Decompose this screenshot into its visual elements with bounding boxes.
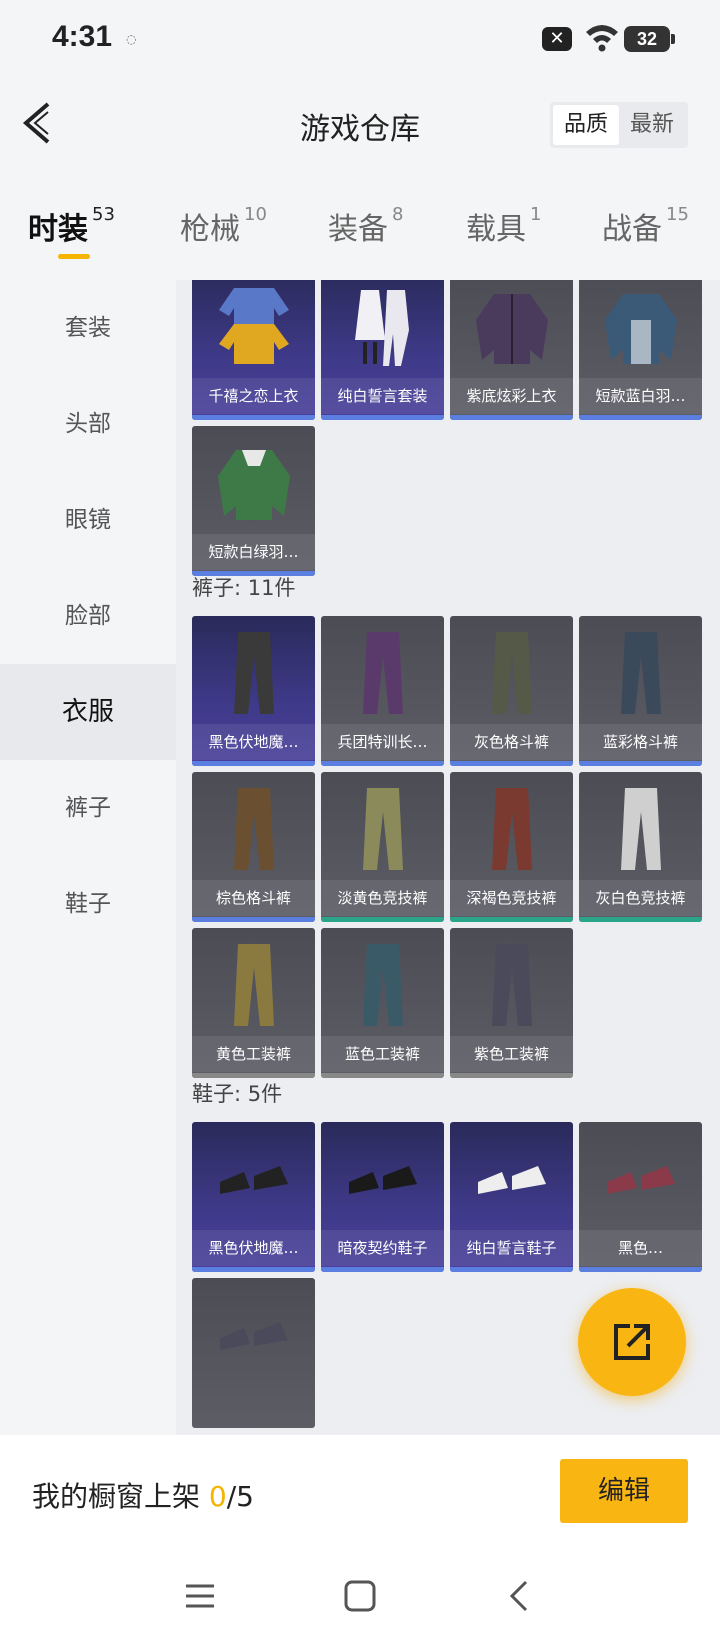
sidebar-item-shoes[interactable]: 鞋子 <box>0 856 176 952</box>
sidebar-item-face[interactable]: 脸部 <box>0 568 176 664</box>
pants-icon <box>621 632 661 714</box>
sort-quality-button[interactable]: 品质 <box>553 105 619 145</box>
battery-icon: 32 <box>624 26 675 52</box>
status-time: 4:31 <box>52 20 113 53</box>
wifi-icon <box>586 25 618 52</box>
item-card[interactable]: 蓝彩格斗裤 <box>579 616 702 766</box>
system-nav-bar <box>0 1550 720 1640</box>
sort-toggle: 品质 最新 <box>550 102 688 148</box>
shoes-icon <box>220 1166 288 1194</box>
pants-icon <box>492 944 532 1026</box>
item-card[interactable]: 暗夜契约鞋子 <box>321 1122 444 1272</box>
tab-vehicles[interactable]: 载具 1 <box>466 204 541 248</box>
back-nav-icon[interactable] <box>500 1576 540 1616</box>
item-card[interactable]: 纯白誓言套装 <box>321 280 444 420</box>
menu-icon[interactable] <box>180 1576 220 1616</box>
item-card[interactable]: 深褐色竞技裤 <box>450 772 573 922</box>
item-card[interactable] <box>192 1278 315 1428</box>
active-tab-indicator <box>58 254 90 259</box>
category-tabs: 时装 53 枪械 10 装备 8 载具 1 战备 15 <box>0 196 720 266</box>
item-card[interactable]: 千禧之恋上衣 <box>192 280 315 420</box>
pants-grid: 黑色伏地魔… 兵团特训长… 灰色格斗裤 蓝彩格斗裤棕色格斗裤 淡黄色竞技裤 深褐色竞技裤灰… <box>192 616 702 1078</box>
sidebar-item-head[interactable]: 头部 <box>0 376 176 472</box>
sidebar-item-clothes[interactable]: 衣服 <box>0 664 176 760</box>
item-card[interactable]: 淡黄色竞技裤 <box>321 772 444 922</box>
sidebar-item-sets[interactable]: 套装 <box>0 280 176 376</box>
tab-guns[interactable]: 枪械 10 <box>180 204 267 248</box>
item-card[interactable]: 蓝色工装裤 <box>321 928 444 1078</box>
jacket-icon <box>218 450 290 520</box>
item-card[interactable]: 黄色工装裤 <box>192 928 315 1078</box>
pants-icon <box>492 632 532 714</box>
shoes-icon <box>349 1166 417 1194</box>
item-card[interactable]: 兵团特训长… <box>321 616 444 766</box>
sort-latest-button[interactable]: 最新 <box>619 105 685 145</box>
home-icon[interactable] <box>340 1576 380 1616</box>
tab-equipment[interactable]: 装备 8 <box>328 204 403 248</box>
item-card[interactable]: 纯白誓言鞋子 <box>450 1122 573 1272</box>
sidebar-item-pants[interactable]: 裤子 <box>0 760 176 856</box>
item-card[interactable]: 黑色伏地魔… <box>192 1122 315 1272</box>
jacket-icon <box>605 294 677 364</box>
share-icon <box>614 1324 650 1360</box>
item-card[interactable]: 棕色格斗裤 <box>192 772 315 922</box>
pants-icon <box>363 944 403 1026</box>
item-card[interactable]: 灰白色竞技裤 <box>579 772 702 922</box>
bottom-bar: 我的橱窗上架 0/5 编辑 <box>0 1435 720 1550</box>
pants-icon <box>492 788 532 870</box>
pants-icon <box>363 632 403 714</box>
item-card[interactable]: 短款白绿羽… <box>192 426 315 576</box>
jacket-icon <box>476 294 548 364</box>
pants-icon <box>234 788 274 870</box>
sidebar: 套装 头部 眼镜 脸部 衣服 裤子 鞋子 <box>0 280 176 1435</box>
share-button[interactable] <box>578 1288 686 1396</box>
edit-button[interactable]: 编辑 <box>560 1459 688 1523</box>
sweater-icon <box>219 288 289 364</box>
outfit-icon <box>355 290 409 366</box>
header: 游戏仓库 品质 最新 <box>0 80 720 170</box>
section-title-shoes: 鞋子: 5件 <box>192 1082 283 1106</box>
section-title-pants: 裤子: 11件 <box>192 576 296 600</box>
clothes-grid: 千禧之恋上衣 纯白誓言套装 紫底炫彩上衣 短款蓝白羽… 短款白绿羽… <box>192 280 702 576</box>
shoes-icon <box>478 1166 546 1194</box>
item-list: 千禧之恋上衣 纯白誓言套装 紫底炫彩上衣 短款蓝白羽… 短款白绿羽… 裤子: 1… <box>176 280 720 1435</box>
tab-fashion[interactable]: 时装 53 <box>28 204 115 248</box>
pants-icon <box>621 788 661 870</box>
shoes-icon <box>607 1166 675 1194</box>
close-icon: ✕ <box>542 27 572 51</box>
item-card[interactable]: 灰色格斗裤 <box>450 616 573 766</box>
pants-icon <box>234 944 274 1026</box>
item-card[interactable]: 紫底炫彩上衣 <box>450 280 573 420</box>
pants-icon <box>234 632 274 714</box>
status-bar: 4:31 ◌ ✕ 32 <box>0 0 720 80</box>
item-card[interactable]: 短款蓝白羽… <box>579 280 702 420</box>
pants-icon <box>363 788 403 870</box>
sidebar-item-glasses[interactable]: 眼镜 <box>0 472 176 568</box>
tab-supplies[interactable]: 战备 15 <box>602 204 689 248</box>
shoes-icon <box>220 1322 288 1350</box>
item-card[interactable]: 黑色… <box>579 1122 702 1272</box>
notification-icon: ◌ <box>126 32 137 46</box>
item-card[interactable]: 黑色伏地魔… <box>192 616 315 766</box>
showcase-status: 我的橱窗上架 0/5 <box>32 1480 254 1513</box>
item-card[interactable]: 紫色工装裤 <box>450 928 573 1078</box>
